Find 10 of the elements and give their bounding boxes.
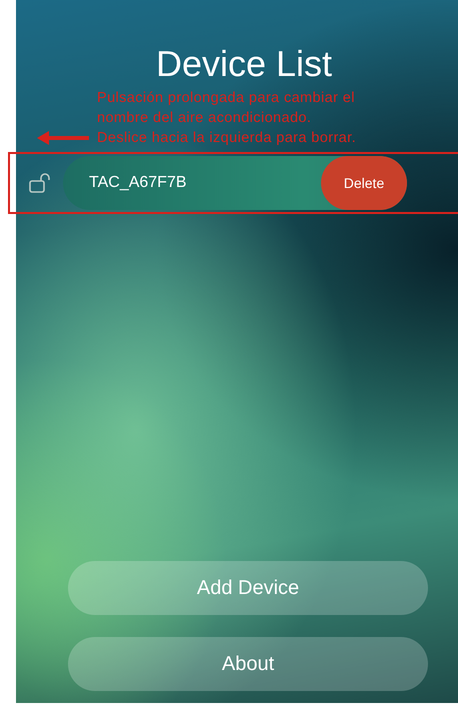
device-name: TAC_A67F7B bbox=[89, 174, 187, 192]
annotation-text: Deslice hacia la izquierda para borrar. bbox=[97, 129, 356, 148]
device-item[interactable]: TAC_A67F7B Delete bbox=[63, 156, 407, 210]
delete-button[interactable]: Delete bbox=[321, 156, 407, 210]
left-arrow-icon bbox=[37, 131, 89, 145]
menu-button[interactable]: About bbox=[68, 637, 428, 691]
page-title: Device List bbox=[154, 42, 334, 86]
annotation-text: Pulsación prolongada para cambiar el bbox=[97, 89, 356, 108]
menu-button[interactable]: Add Device bbox=[68, 561, 428, 615]
annotation-text: nombre del aire acondicionado. bbox=[97, 109, 312, 128]
